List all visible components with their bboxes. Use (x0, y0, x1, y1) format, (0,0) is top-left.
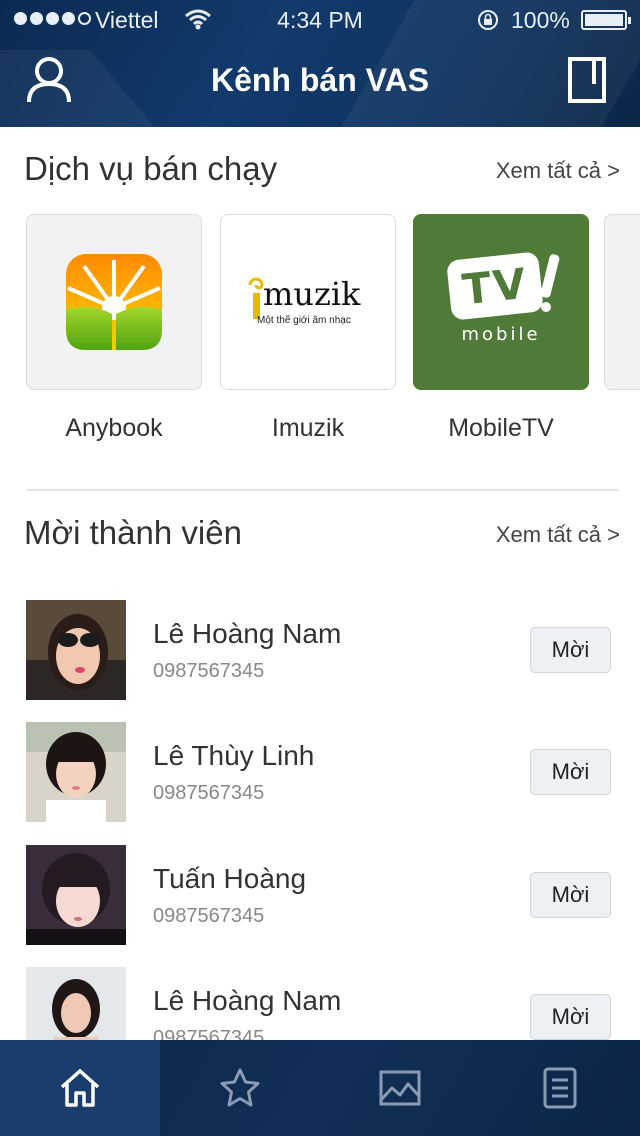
invite-members-header: Mời thành viên Xem tất cả > (24, 514, 620, 564)
avatar (26, 845, 126, 945)
invite-button[interactable]: Mời (530, 872, 611, 918)
tab-favorites[interactable] (160, 1040, 320, 1136)
section-title: Mời thành viên (24, 514, 242, 551)
service-anybook[interactable]: Anybook (26, 214, 202, 443)
tab-gallery[interactable] (320, 1040, 480, 1136)
best-sellers-header: Dịch vụ bán chạy Xem tất cả > (24, 150, 620, 200)
tab-bar (0, 1040, 640, 1136)
member-row: Lê Hoàng Nam 0987567345 Mời (26, 600, 614, 700)
member-name: Lê Hoàng Nam (153, 618, 342, 649)
service-tile-partial (604, 214, 640, 390)
service-label: MobileTV (448, 414, 554, 442)
document-icon (543, 1067, 577, 1109)
section-divider (26, 489, 618, 491)
tab-documents[interactable] (480, 1040, 640, 1136)
see-all-link[interactable]: Xem tất cả > (496, 522, 620, 548)
avatar (26, 600, 126, 700)
member-row: Lê Thùy Linh 0987567345 Mời (26, 722, 614, 822)
imuzik-wordmark: muzik (263, 275, 361, 313)
member-name: Lê Hoàng Nam (153, 985, 342, 1016)
service-label: Imuzik (271, 414, 345, 442)
app-header: Viettel 4:34 PM 100% Kênh bán VAS (0, 0, 640, 127)
member-phone: 0987567345 (153, 660, 265, 682)
services-carousel[interactable]: Anybook muzik Một thế giới âm nhạc Imuzi… (26, 214, 640, 454)
member-row: Tuấn Hoàng 0987567345 Mời (26, 845, 614, 945)
service-label: Anybook (65, 414, 163, 442)
member-phone: 0987567345 (153, 782, 265, 804)
member-phone: 0987567345 (153, 905, 265, 927)
battery-icon (581, 10, 631, 30)
anybook-logo (26, 214, 202, 390)
service-mobiletv[interactable]: TV mobile MobileTV (413, 214, 589, 443)
status-bar: Viettel 4:34 PM 100% (0, 0, 640, 40)
star-icon (220, 1068, 260, 1107)
mobiletv-subtext: mobile (461, 324, 541, 345)
tv-badge: TV (446, 251, 544, 321)
see-all-link[interactable]: Xem tất cả > (496, 158, 620, 184)
home-icon (60, 1069, 100, 1107)
service-imuzik[interactable]: muzik Một thế giới âm nhạc Imuzik (220, 214, 396, 443)
section-title: Dịch vụ bán chạy (24, 150, 278, 187)
tab-home[interactable] (0, 1040, 160, 1136)
imuzik-tagline: Một thế giới âm nhạc (257, 315, 351, 326)
invite-button[interactable]: Mời (530, 627, 611, 673)
service-more[interactable] (604, 214, 640, 390)
member-name: Lê Thùy Linh (153, 740, 315, 771)
member-name: Tuấn Hoàng (153, 863, 307, 894)
mobiletv-logo: TV mobile (413, 214, 589, 390)
document-icon[interactable] (566, 56, 608, 109)
invite-button[interactable]: Mời (530, 749, 611, 795)
battery-percentage: 100% (511, 7, 570, 33)
image-icon (379, 1070, 421, 1106)
rotation-lock-icon (476, 8, 500, 38)
page-title: Kênh bán VAS (210, 62, 430, 98)
avatar (26, 722, 126, 822)
mobiletv-wordmark: TV (460, 258, 530, 314)
invite-button[interactable]: Mời (530, 994, 611, 1040)
nav-bar: Kênh bán VAS (0, 40, 640, 127)
imuzik-logo: muzik Một thế giới âm nhạc (220, 214, 396, 390)
